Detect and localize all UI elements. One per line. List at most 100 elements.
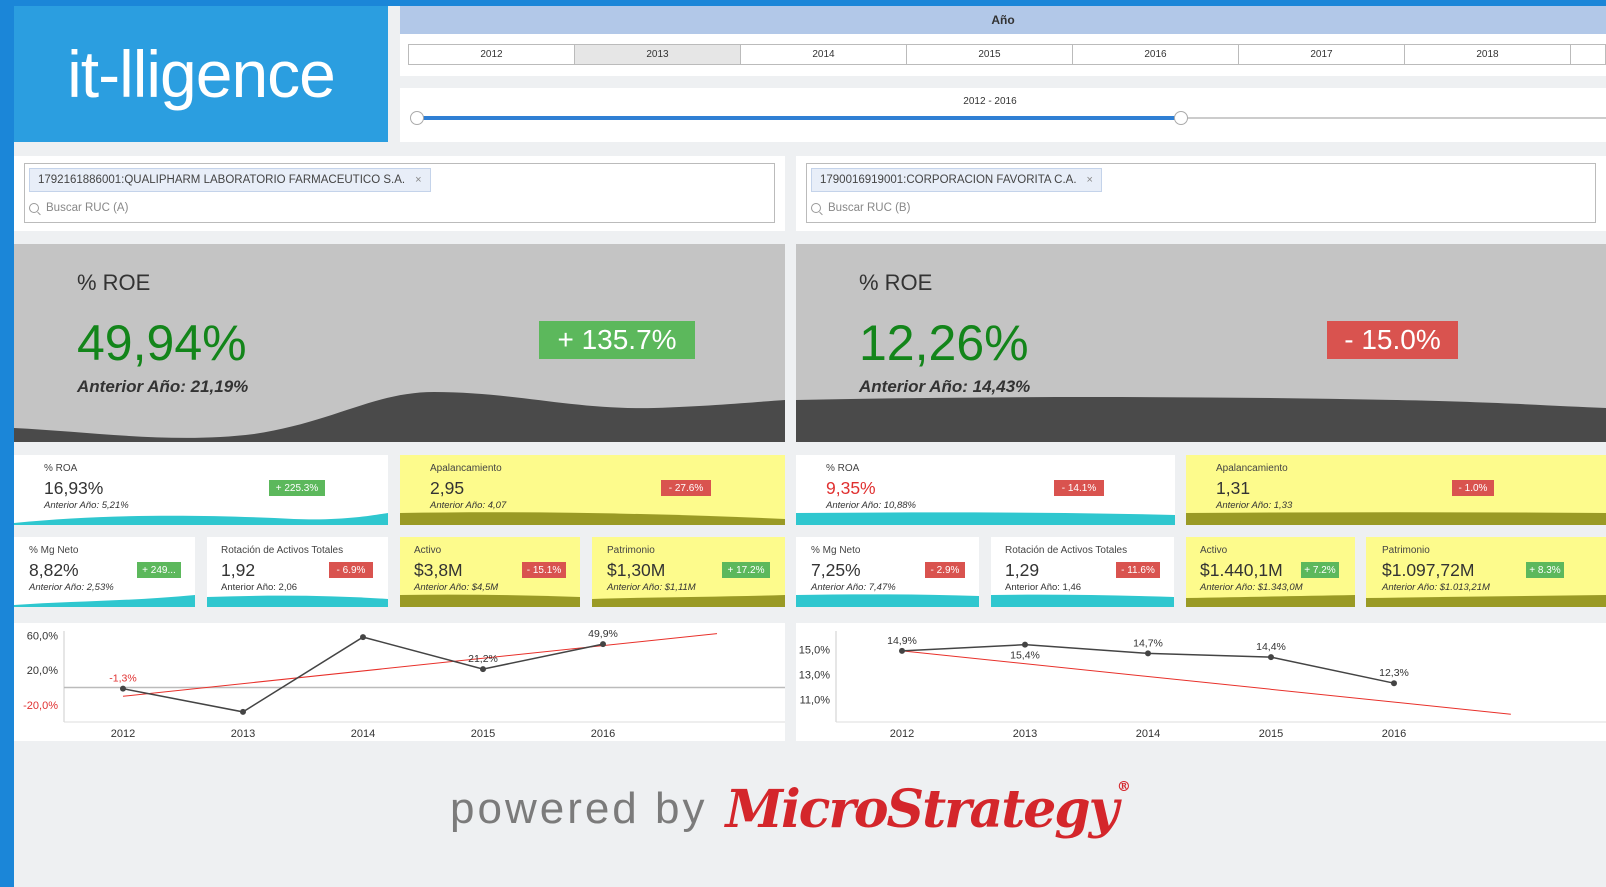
patrimonio-label-b: Patrimonio bbox=[1382, 545, 1430, 556]
activo-card-b: Activo $1.440,1M Anterior Año: $1.343,0M… bbox=[1186, 537, 1355, 607]
roe-change-badge-b: - 15.0% bbox=[1327, 321, 1458, 359]
y-tick-label: 20,0% bbox=[27, 665, 58, 677]
registered-mark: ® bbox=[1116, 778, 1131, 795]
dashboard: it-lligence Año 2012 2013 2014 2015 2016… bbox=[14, 6, 1606, 887]
apalancamiento-previous-b: Anterior Año: 1,33 bbox=[1216, 500, 1293, 511]
patrimonio-previous-b: Anterior Año: $1.013,21M bbox=[1382, 582, 1490, 593]
ruc-b-selector[interactable]: 1790016919001:CORPORACION FAVORITA C.A. … bbox=[806, 163, 1596, 223]
search-placeholder-a: Buscar RUC (A) bbox=[46, 202, 129, 214]
remove-tag-icon[interactable]: × bbox=[415, 174, 421, 186]
mg-neto-card-b: % Mg Neto 7,25% Anterior Año: 7,47% - 2.… bbox=[796, 537, 979, 607]
series-line bbox=[122, 636, 604, 713]
rotacion-label-b: Rotación de Activos Totales bbox=[1005, 545, 1128, 556]
rotacion-card-a: Rotación de Activos Totales 1,92 Anterio… bbox=[207, 537, 388, 607]
search-input-a[interactable]: Buscar RUC (A) bbox=[29, 202, 128, 214]
data-label: 12,3% bbox=[1379, 667, 1409, 679]
apalancamiento-value-b: 1,31 bbox=[1216, 478, 1251, 498]
rotacion-change-badge-b: - 11.6% bbox=[1116, 562, 1160, 578]
roa-value-a: 16,93% bbox=[44, 478, 104, 498]
year-filter-title: Año bbox=[400, 6, 1606, 34]
roa-value-b: 9,35% bbox=[826, 478, 876, 498]
mg-neto-label-b: % Mg Neto bbox=[811, 545, 861, 556]
year-tab-2013[interactable]: 2013 bbox=[575, 45, 741, 64]
roe-kpi-a: % ROE 49,94% Anterior Año: 21,19% + 135.… bbox=[14, 244, 785, 442]
roe-trend-chart-b: 15,0% 13,0% 11,0% 2012 2013 2014 2015 2016 14,9%… bbox=[796, 623, 1606, 741]
y-tick-label: 60,0% bbox=[27, 630, 58, 642]
mg-neto-card-a: % Mg Neto 8,82% Anterior Año: 2,53% + 24… bbox=[14, 537, 195, 607]
microstrategy-logo: MicroStrategy® bbox=[725, 778, 1131, 840]
mg-neto-value-a: 8,82% bbox=[29, 560, 79, 580]
roa-previous-b: Anterior Año: 10,88% bbox=[826, 500, 916, 511]
year-selector: 2012 2013 2014 2015 2016 2017 2018 bbox=[408, 44, 1606, 65]
y-tick-label: -20,0% bbox=[23, 700, 58, 712]
roe-label-b: % ROE bbox=[859, 270, 933, 295]
year-tab-2017[interactable]: 2017 bbox=[1239, 45, 1405, 64]
mg-neto-label-a: % Mg Neto bbox=[29, 545, 79, 556]
rotacion-value-a: 1,92 bbox=[221, 560, 256, 580]
microstrategy-wordmark: MicroStrategy bbox=[725, 778, 1118, 840]
mg-neto-change-badge-b: - 2.9% bbox=[925, 562, 965, 578]
rotacion-change-badge-a: - 6.9% bbox=[329, 562, 373, 578]
roe-trend-svg-b: 15,0% 13,0% 11,0% 2012 2013 2014 2015 2016 14,9%… bbox=[799, 631, 1606, 740]
slider-start-handle[interactable] bbox=[410, 111, 424, 125]
year-tab-2014[interactable]: 2014 bbox=[741, 45, 907, 64]
roa-label-a: % ROA bbox=[44, 463, 78, 474]
rotacion-previous-a: Anterior Año: 2,06 bbox=[221, 582, 298, 593]
year-tab-2018[interactable]: 2018 bbox=[1405, 45, 1571, 64]
activo-label-a: Activo bbox=[414, 545, 442, 556]
patrimonio-card-b: Patrimonio $1.097,72M Anterior Año: $1.0… bbox=[1366, 537, 1606, 607]
roa-card-b: % ROA 9,35% Anterior Año: 10,88% - 14.1% bbox=[796, 455, 1175, 525]
x-tick-label: 2013 bbox=[231, 728, 255, 740]
data-label: 21,2% bbox=[468, 653, 498, 665]
data-point bbox=[240, 708, 246, 715]
patrimonio-card-a: Patrimonio $1,30M Anterior Año: $1,11M +… bbox=[592, 537, 785, 607]
apalancamiento-label-b: Apalancamiento bbox=[1216, 463, 1288, 474]
roe-previous-a: Anterior Año: 21,19% bbox=[77, 377, 249, 396]
x-tick-label: 2012 bbox=[111, 728, 135, 740]
trend-line bbox=[901, 650, 1511, 715]
apalancamiento-change-badge-b: - 1.0% bbox=[1452, 480, 1494, 496]
y-tick-label: 13,0% bbox=[799, 670, 830, 682]
x-tick-label: 2016 bbox=[1382, 728, 1406, 740]
remove-tag-icon[interactable]: × bbox=[1087, 174, 1093, 186]
x-tick-label: 2014 bbox=[1136, 728, 1160, 740]
roa-previous-a: Anterior Año: 5,21% bbox=[44, 500, 129, 511]
it-lligence-logo: it-lligence bbox=[14, 6, 388, 142]
data-point bbox=[600, 641, 606, 648]
x-tick-label: 2016 bbox=[591, 728, 615, 740]
mg-neto-value-b: 7,25% bbox=[811, 560, 861, 580]
x-tick-label: 2012 bbox=[890, 728, 914, 740]
apalancamiento-change-badge-a: - 27.6% bbox=[661, 480, 711, 496]
search-input-b[interactable]: Buscar RUC (B) bbox=[811, 202, 910, 214]
rotacion-label-a: Rotación de Activos Totales bbox=[221, 545, 344, 556]
x-tick-label: 2015 bbox=[1259, 728, 1283, 740]
mg-neto-change-badge-a: + 249... bbox=[137, 562, 181, 578]
activo-value-b: $1.440,1M bbox=[1200, 560, 1283, 580]
year-tab-2016[interactable]: 2016 bbox=[1073, 45, 1239, 64]
roe-trend-svg-a: 60,0% 20,0% -20,0% 2012 2013 2014 2015 2016 -1,3… bbox=[23, 628, 785, 740]
slider-end-handle[interactable] bbox=[1174, 111, 1188, 125]
patrimonio-value-b: $1.097,72M bbox=[1382, 560, 1475, 580]
activo-previous-a: Anterior Año: $4,5M bbox=[414, 582, 499, 593]
roe-trend-chart-a: 60,0% 20,0% -20,0% 2012 2013 2014 2015 2016 -1,3… bbox=[14, 623, 785, 741]
data-label: 49,9% bbox=[588, 628, 618, 640]
patrimonio-change-badge-b: + 8.3% bbox=[1526, 562, 1564, 578]
roa-change-badge-a: + 225.3% bbox=[269, 480, 325, 496]
roa-card-a: % ROA 16,93% Anterior Año: 5,21% + 225.3… bbox=[14, 455, 388, 525]
year-filter: Año 2012 2013 2014 2015 2016 2017 2018 bbox=[400, 6, 1606, 76]
data-label: 15,4% bbox=[1010, 650, 1040, 662]
x-tick-label: 2015 bbox=[471, 728, 495, 740]
patrimonio-value-a: $1,30M bbox=[607, 560, 666, 580]
year-tab-2012[interactable]: 2012 bbox=[409, 45, 575, 64]
year-tab-2015[interactable]: 2015 bbox=[907, 45, 1073, 64]
x-tick-label: 2014 bbox=[351, 728, 375, 740]
activo-previous-b: Anterior Año: $1.343,0M bbox=[1200, 582, 1303, 593]
activo-value-a: $3,8M bbox=[414, 560, 463, 580]
data-point bbox=[480, 666, 486, 673]
rotacion-value-b: 1,29 bbox=[1005, 560, 1040, 580]
ruc-a-selector[interactable]: 1792161886001:QUALIPHARM LABORATORIO FAR… bbox=[24, 163, 775, 223]
activo-change-badge-a: - 15.1% bbox=[522, 562, 566, 578]
y-tick-label: 11,0% bbox=[800, 694, 831, 706]
roe-previous-b: Anterior Año: 14,43% bbox=[859, 377, 1031, 396]
rotacion-card-b: Rotación de Activos Totales 1,29 Anterio… bbox=[991, 537, 1174, 607]
